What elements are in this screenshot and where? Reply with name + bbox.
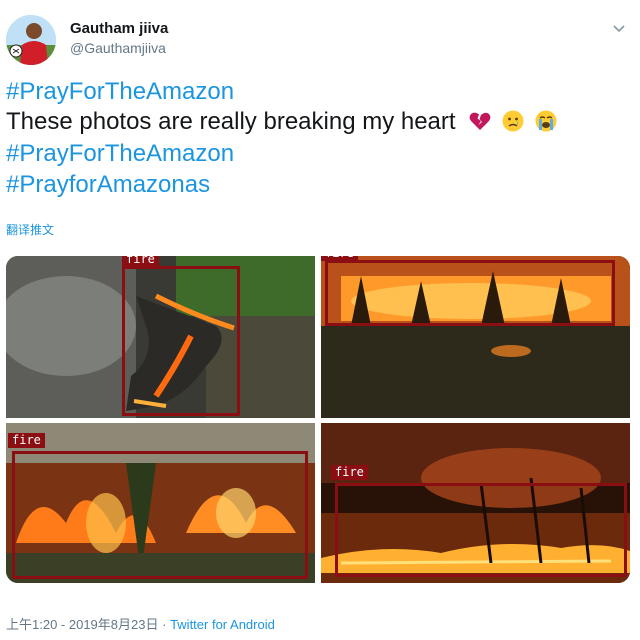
detection-box [122,266,240,416]
photo-2[interactable]: fire [321,256,630,418]
crying-face-icon [502,110,524,132]
meta-separator: · [162,617,167,632]
chevron-down-icon[interactable] [612,22,626,36]
detection-box [335,483,627,577]
photo-1[interactable]: fire [6,256,315,418]
translate-tweet-link[interactable]: 翻译推文 [6,221,54,238]
detection-label: fire [122,256,159,267]
client-link[interactable]: Twitter for Android [170,617,275,632]
hashtag-link[interactable]: #PrayForTheAmazon [6,78,234,106]
detection-label: fire [321,256,358,261]
detection-label: fire [8,433,45,448]
hashtag-link[interactable]: #PrayforAmazonas [6,171,210,199]
detection-box [325,260,615,326]
loudly-crying-face-icon [535,110,557,132]
tweet-text: These photos are really breaking my hear… [6,108,456,135]
hashtag-link[interactable]: #PrayForTheAmazon [6,140,234,168]
avatar[interactable] [6,15,56,65]
broken-heart-icon [469,112,491,130]
tweet-meta: 上午1:20 - 2019年8月23日 · Twitter for Androi… [6,614,275,633]
photo-grid: fire fire fire [6,256,630,583]
author-handle[interactable]: @Gauthamjiiva [70,40,166,56]
author-name[interactable]: Gautham jiiva [70,20,168,37]
detection-label: fire [331,465,368,480]
photo-3[interactable]: fire [6,423,315,583]
detection-box [12,451,308,579]
tweet-text-line: These photos are really breaking my hear… [6,108,558,136]
photo-4[interactable]: fire [321,423,630,583]
timestamp[interactable]: 上午1:20 - 2019年8月23日 [6,617,158,632]
